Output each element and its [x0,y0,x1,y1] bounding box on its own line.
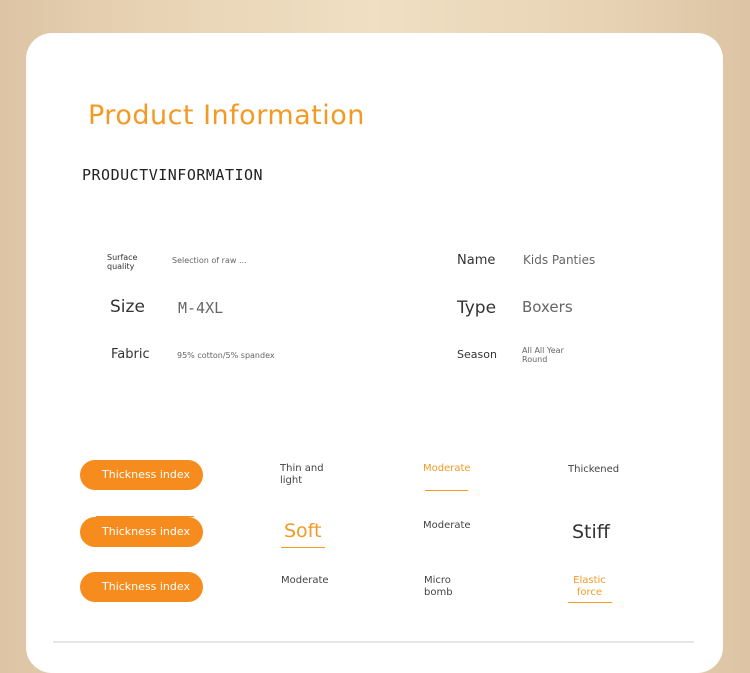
option-thin-and-light[interactable]: Thin and light [280,463,325,487]
type-value: Boxers [522,298,573,316]
page-title: Product Information [88,100,365,131]
size-label: Size [110,297,145,317]
thickness-index-pill: Thickness index [80,460,203,490]
thickness-index-pill: Thickness index [80,516,203,547]
fabric-label: Fabric [111,347,150,362]
season-label: Season [457,348,497,361]
option-stiff[interactable]: Stiff [572,521,610,543]
pill-label: Thickness index [102,468,190,481]
surface-quality-value: Selection of raw ... [172,256,247,265]
option-micro-bomb[interactable]: Micro bomb [424,575,456,599]
pill-label: Thickness index [102,525,190,538]
type-label: Type [457,298,497,318]
size-value: M-4XL [178,299,224,317]
option-elastic-force-selected[interactable]: Elastic force [571,575,608,599]
option-moderate[interactable]: Moderate [423,520,471,532]
pill-label: Thickness index [102,580,190,593]
option-moderate[interactable]: Moderate [281,575,329,587]
name-value: Kids Panties [523,253,596,267]
bottom-divider [53,641,694,643]
selected-underline [568,602,612,603]
option-moderate-selected[interactable]: Moderate [423,463,471,475]
selected-underline [281,547,325,548]
surface-quality-label: Surface quality [107,253,138,271]
page-subtitle: PRODUCTVINFORMATION [82,166,264,184]
option-thickened[interactable]: Thickened [568,464,619,476]
fabric-value: 95% cotton/5% spandex [177,351,275,360]
season-value: All All Year Round [522,346,564,364]
selected-underline [425,490,468,491]
name-label: Name [457,253,496,268]
option-soft-selected[interactable]: Soft [284,520,322,542]
thickness-index-pill: Thickness index [80,572,203,602]
